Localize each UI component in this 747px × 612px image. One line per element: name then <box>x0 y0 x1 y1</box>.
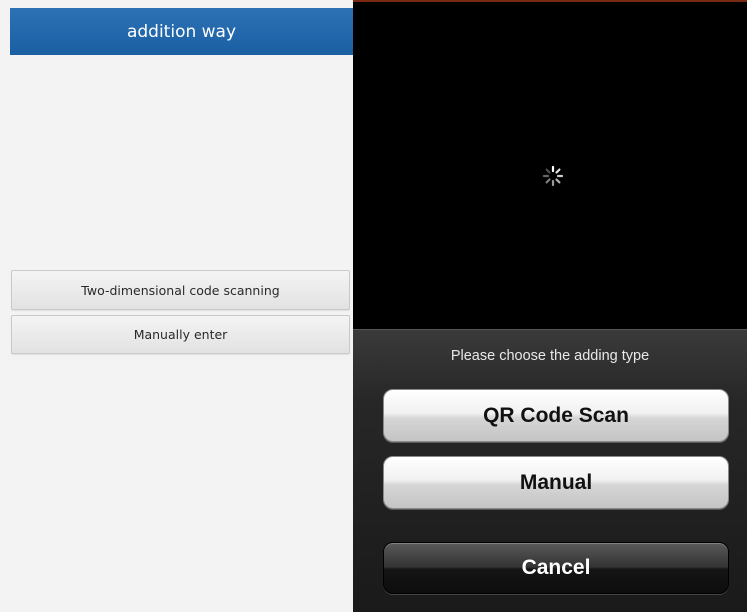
two-dimensional-code-scanning-button[interactable]: Two-dimensional code scanning <box>11 270 350 310</box>
button-label: QR Code Scan <box>483 403 629 427</box>
ios-screen: Please choose the adding type QR Code Sc… <box>353 0 747 612</box>
manually-enter-button[interactable]: Manually enter <box>11 315 350 354</box>
button-label: Cancel <box>521 556 591 579</box>
android-screen: addition way Two-dimensional code scanni… <box>0 0 360 612</box>
qr-code-scan-button[interactable]: QR Code Scan <box>383 389 729 442</box>
cancel-button[interactable]: Cancel <box>383 542 729 594</box>
action-sheet-title: Please choose the adding type <box>450 348 650 364</box>
loading-spinner-icon <box>542 165 564 187</box>
action-sheet: Please choose the adding type QR Code Sc… <box>353 329 747 612</box>
button-label: Manually enter <box>133 327 228 342</box>
status-accent-line <box>353 0 747 2</box>
title-bar: addition way <box>10 8 353 55</box>
button-label: Manual <box>519 470 593 494</box>
button-label: Two-dimensional code scanning <box>81 282 280 298</box>
manual-button[interactable]: Manual <box>383 456 729 509</box>
page-title: addition way <box>126 21 237 42</box>
